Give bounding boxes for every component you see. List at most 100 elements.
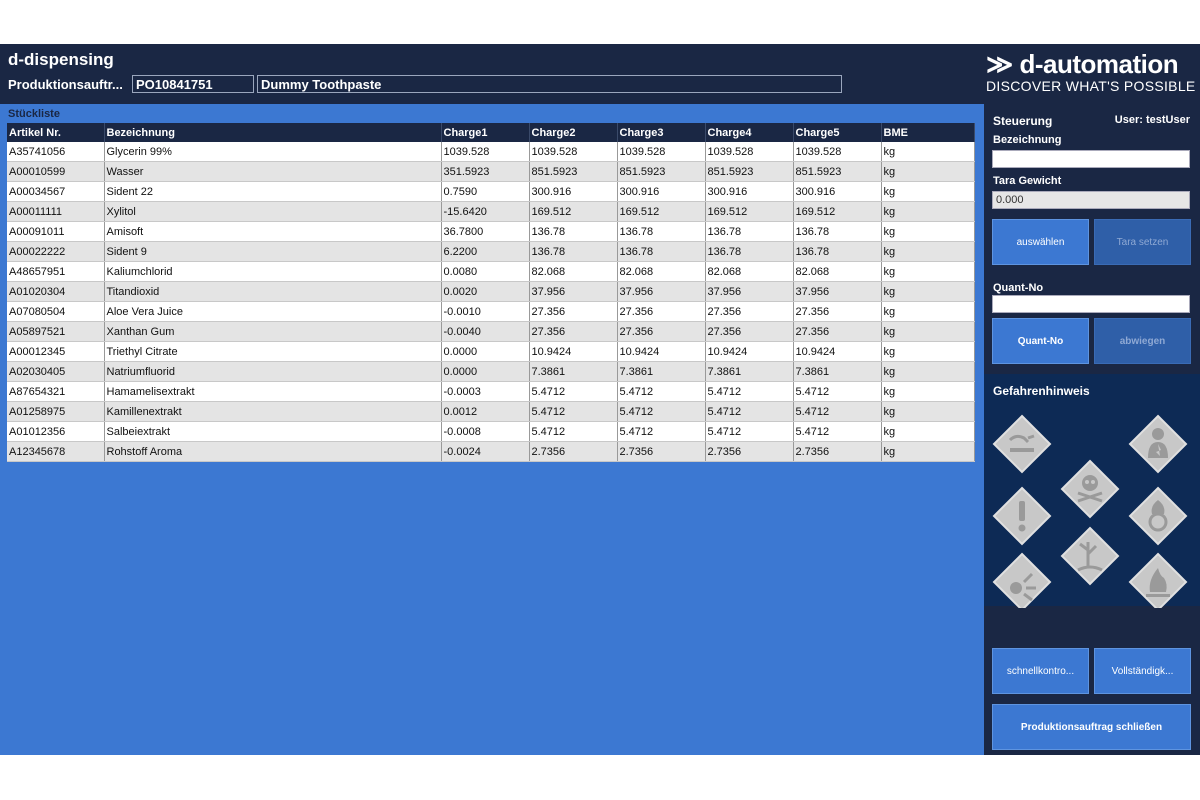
table-cell: Triethyl Citrate xyxy=(104,341,442,362)
table-row[interactable]: A12345678 Rohstoff Aroma -0.0024 2.7356 2.73… xyxy=(7,441,975,462)
grid-header-row: Artikel Nr. Bezeichnung Charge1 Charge2 … xyxy=(7,123,975,142)
table-cell: Xylitol xyxy=(104,201,442,222)
exclamation-icon xyxy=(992,486,1052,546)
tara-weight-field[interactable]: 0.000 xyxy=(992,191,1190,209)
auswaehlen-button[interactable]: auswählen xyxy=(992,219,1089,265)
gefahrenhinweis-panel: Gefahrenhinweis xyxy=(984,374,1200,612)
environment-icon xyxy=(1060,526,1120,586)
table-row[interactable]: A05897521 Xanthan Gum -0.0040 27.356 27.356 2… xyxy=(7,321,975,342)
table-cell: 27.356 xyxy=(793,301,882,322)
table-row[interactable]: A01020304 Titandioxid 0.0020 37.956 37.956 37… xyxy=(7,281,975,302)
flammable-icon xyxy=(1128,552,1188,612)
table-row[interactable]: A07080504 Aloe Vera Juice -0.0010 27.356 27.… xyxy=(7,301,975,322)
table-row[interactable]: A00012345 Triethyl Citrate 0.0000 10.9424 10… xyxy=(7,341,975,362)
table-cell: A00011111 xyxy=(7,201,105,222)
close-production-order-button[interactable]: Produktionsauftrag schließen xyxy=(992,704,1191,750)
table-cell: 136.78 xyxy=(793,241,882,262)
quant-no-input[interactable] xyxy=(992,295,1190,313)
table-cell: 169.512 xyxy=(705,201,794,222)
col-header[interactable]: Charge1 xyxy=(441,123,530,142)
table-cell: 7.3861 xyxy=(705,361,794,382)
quant-no-label: Quant-No xyxy=(993,282,1044,294)
table-row[interactable]: A01258975 Kamillenextrakt 0.0012 5.4712 5.47… xyxy=(7,401,975,422)
abwiegen-button[interactable]: abwiegen xyxy=(1094,318,1191,364)
table-cell: kg xyxy=(881,361,975,382)
col-header[interactable]: Charge4 xyxy=(705,123,794,142)
quant-no-button[interactable]: Quant-No xyxy=(992,318,1089,364)
table-cell: Wasser xyxy=(104,161,442,182)
table-row[interactable]: A02030405 Natriumfluorid 0.0000 7.3861 7.386… xyxy=(7,361,975,382)
company-logo: ≫ d-automation DISCOVER WHAT'S POSSIBLE xyxy=(986,50,1196,94)
table-cell: 5.4712 xyxy=(793,381,882,402)
col-header[interactable]: Charge5 xyxy=(793,123,882,142)
header-bar: d-dispensing Produktionsauftr... PO10841… xyxy=(0,44,984,104)
app-window: d-dispensing Produktionsauftr... PO10841… xyxy=(0,44,1200,755)
vollstaendigkeit-button[interactable]: Vollständigk... xyxy=(1094,648,1191,694)
product-name-field[interactable]: Dummy Toothpaste xyxy=(257,75,842,93)
table-cell: 5.4712 xyxy=(793,401,882,422)
table-row[interactable]: A01012356 Salbeiextrakt -0.0008 5.4712 5.471… xyxy=(7,421,975,442)
table-cell: 5.4712 xyxy=(529,401,618,422)
table-cell: A01020304 xyxy=(7,281,105,302)
table-cell: 300.916 xyxy=(617,181,706,202)
table-cell: kg xyxy=(881,221,975,242)
table-row[interactable]: A00010599 Wasser 351.5923 851.5923 851.5923 8… xyxy=(7,161,975,182)
table-cell: A35741056 xyxy=(7,142,105,162)
po-number-field[interactable]: PO10841751 xyxy=(132,75,254,93)
table-cell: Hamamelisextrakt xyxy=(104,381,442,402)
table-cell: 1039.528 xyxy=(793,142,882,162)
table-cell: 82.068 xyxy=(529,261,618,282)
col-header[interactable]: Bezeichnung xyxy=(104,123,442,142)
table-cell: kg xyxy=(881,281,975,302)
table-cell: -0.0003 xyxy=(441,381,530,402)
bezeichnung-input[interactable] xyxy=(992,150,1190,168)
table-row[interactable]: A87654321 Hamamelisextrakt -0.0003 5.4712 5.… xyxy=(7,381,975,402)
col-header[interactable]: Charge2 xyxy=(529,123,618,142)
table-cell: 36.7800 xyxy=(441,221,530,242)
stueckliste-label: Stückliste xyxy=(8,108,60,120)
table-cell: A87654321 xyxy=(7,381,105,402)
table-cell: 5.4712 xyxy=(705,421,794,442)
table-cell: -0.0010 xyxy=(441,301,530,322)
table-cell: 2.7356 xyxy=(617,441,706,462)
table-row[interactable]: A00022222 Sident 9 6.2200 136.78 136.78 136.7… xyxy=(7,241,975,262)
table-row[interactable]: A00034567 Sident 22 0.7590 300.916 300.916 30… xyxy=(7,181,975,202)
oxidizer-icon xyxy=(1128,486,1188,546)
table-cell: A48657951 xyxy=(7,261,105,282)
steuerung-title: Steuerung xyxy=(993,114,1053,128)
table-cell: 82.068 xyxy=(705,261,794,282)
table-cell: A00022222 xyxy=(7,241,105,262)
table-cell: Rohstoff Aroma xyxy=(104,441,442,462)
health-hazard-icon xyxy=(1128,414,1188,474)
col-header[interactable]: Artikel Nr. xyxy=(7,123,105,142)
corrosive-icon xyxy=(992,414,1052,474)
table-cell: 0.0000 xyxy=(441,361,530,382)
tara-setzen-button[interactable]: Tara setzen xyxy=(1094,219,1191,265)
table-cell: kg xyxy=(881,161,975,182)
table-cell: -0.0008 xyxy=(441,421,530,442)
table-cell: 136.78 xyxy=(529,221,618,242)
col-header[interactable]: BME xyxy=(881,123,975,142)
table-cell: 5.4712 xyxy=(617,421,706,442)
col-header[interactable]: Charge3 xyxy=(617,123,706,142)
logo-tagline: DISCOVER WHAT'S POSSIBLE xyxy=(986,78,1196,94)
table-cell: 300.916 xyxy=(793,181,882,202)
table-cell: 37.956 xyxy=(793,281,882,302)
table-row[interactable]: A48657951 Kaliumchlorid 0.0080 82.068 82.068… xyxy=(7,261,975,282)
table-row[interactable]: A35741056 Glycerin 99% 1039.528 1039.528 103… xyxy=(7,142,975,162)
table-cell: 10.9424 xyxy=(793,341,882,362)
stueckliste-grid[interactable]: Artikel Nr. Bezeichnung Charge1 Charge2 … xyxy=(7,123,975,462)
table-cell: 136.78 xyxy=(705,241,794,262)
table-cell: kg xyxy=(881,401,975,422)
table-cell: 351.5923 xyxy=(441,161,530,182)
table-cell: Titandioxid xyxy=(104,281,442,302)
table-cell: Kaliumchlorid xyxy=(104,261,442,282)
schnellkontrolle-button[interactable]: schnellkontro... xyxy=(992,648,1089,694)
table-row[interactable]: A00091011 Amisoft 36.7800 136.78 136.78 136.7… xyxy=(7,221,975,242)
table-cell: 136.78 xyxy=(529,241,618,262)
table-cell: 0.0000 xyxy=(441,341,530,362)
stueckliste-panel: Stückliste Artikel Nr. Bezeichnung Charg… xyxy=(0,104,984,755)
table-cell: kg xyxy=(881,181,975,202)
explosive-icon xyxy=(992,552,1052,612)
table-row[interactable]: A00011111 Xylitol -15.6420 169.512 169.512 16… xyxy=(7,201,975,222)
